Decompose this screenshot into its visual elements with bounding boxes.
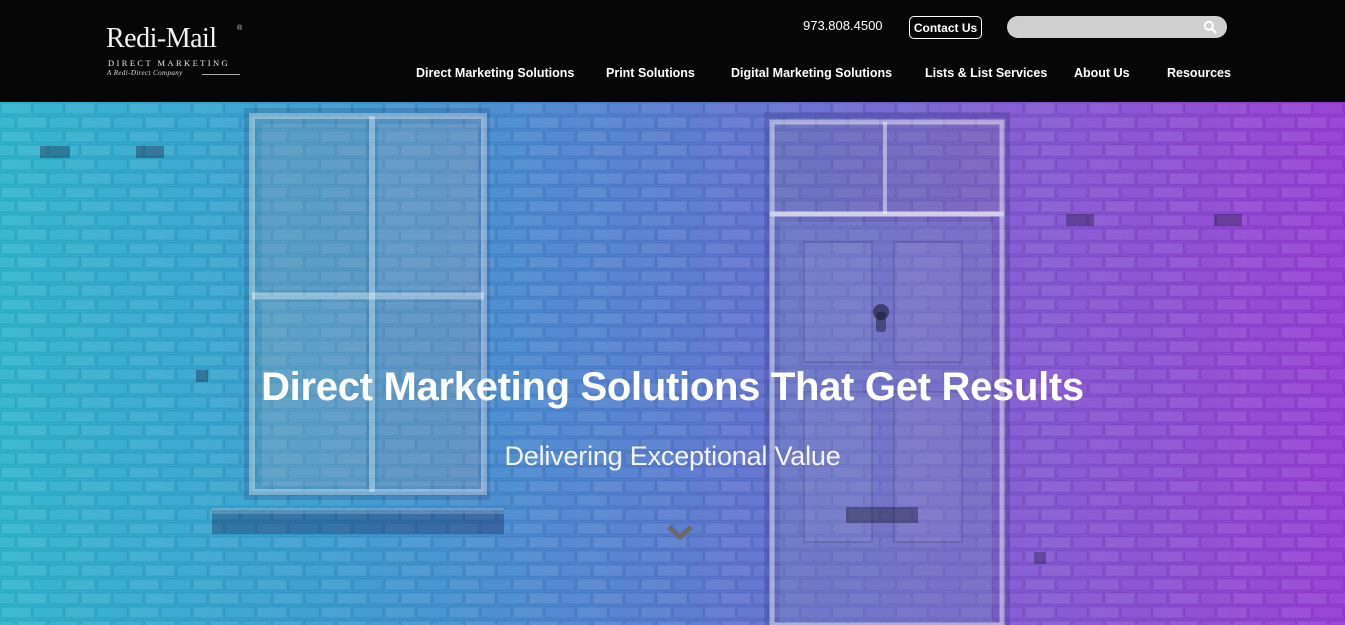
logo-parent-company: A Redi-Direct Company bbox=[107, 69, 183, 77]
nav-lists-and-list-services[interactable]: Lists & List Services bbox=[925, 64, 1047, 82]
logo-tagline: DIRECT MARKETING bbox=[108, 58, 231, 68]
nav-about-us[interactable]: About Us bbox=[1074, 64, 1130, 82]
contact-us-button[interactable]: Contact Us bbox=[909, 16, 982, 39]
nav-direct-marketing-solutions[interactable]: Direct Marketing Solutions bbox=[416, 64, 574, 82]
hero-title: Direct Marketing Solutions That Get Resu… bbox=[261, 365, 1084, 409]
registered-mark: ® bbox=[237, 25, 243, 32]
search-icon[interactable] bbox=[1203, 20, 1217, 34]
nav-digital-marketing-solutions[interactable]: Digital Marketing Solutions bbox=[731, 64, 892, 82]
chevron-down-icon[interactable] bbox=[666, 524, 694, 542]
hero-subtitle: Delivering Exceptional Value bbox=[504, 441, 841, 471]
phone-number[interactable]: 973.808.4500 bbox=[803, 17, 883, 35]
logo-wordmark: Redi-Mail bbox=[106, 23, 217, 54]
nav-print-solutions[interactable]: Print Solutions bbox=[606, 64, 695, 82]
nav-resources[interactable]: Resources bbox=[1167, 64, 1231, 82]
logo[interactable]: Redi-Mail ® DIRECT MARKETING A Redi-Dire… bbox=[106, 22, 246, 82]
site-header: Redi-Mail ® DIRECT MARKETING A Redi-Dire… bbox=[0, 0, 1345, 102]
logo-divider bbox=[202, 74, 240, 75]
hero-banner: Direct Marketing Solutions That Get Resu… bbox=[0, 102, 1345, 625]
page: Redi-Mail ® DIRECT MARKETING A Redi-Dire… bbox=[0, 0, 1345, 625]
search-input[interactable] bbox=[1019, 16, 1203, 38]
search-bar bbox=[1007, 16, 1227, 38]
